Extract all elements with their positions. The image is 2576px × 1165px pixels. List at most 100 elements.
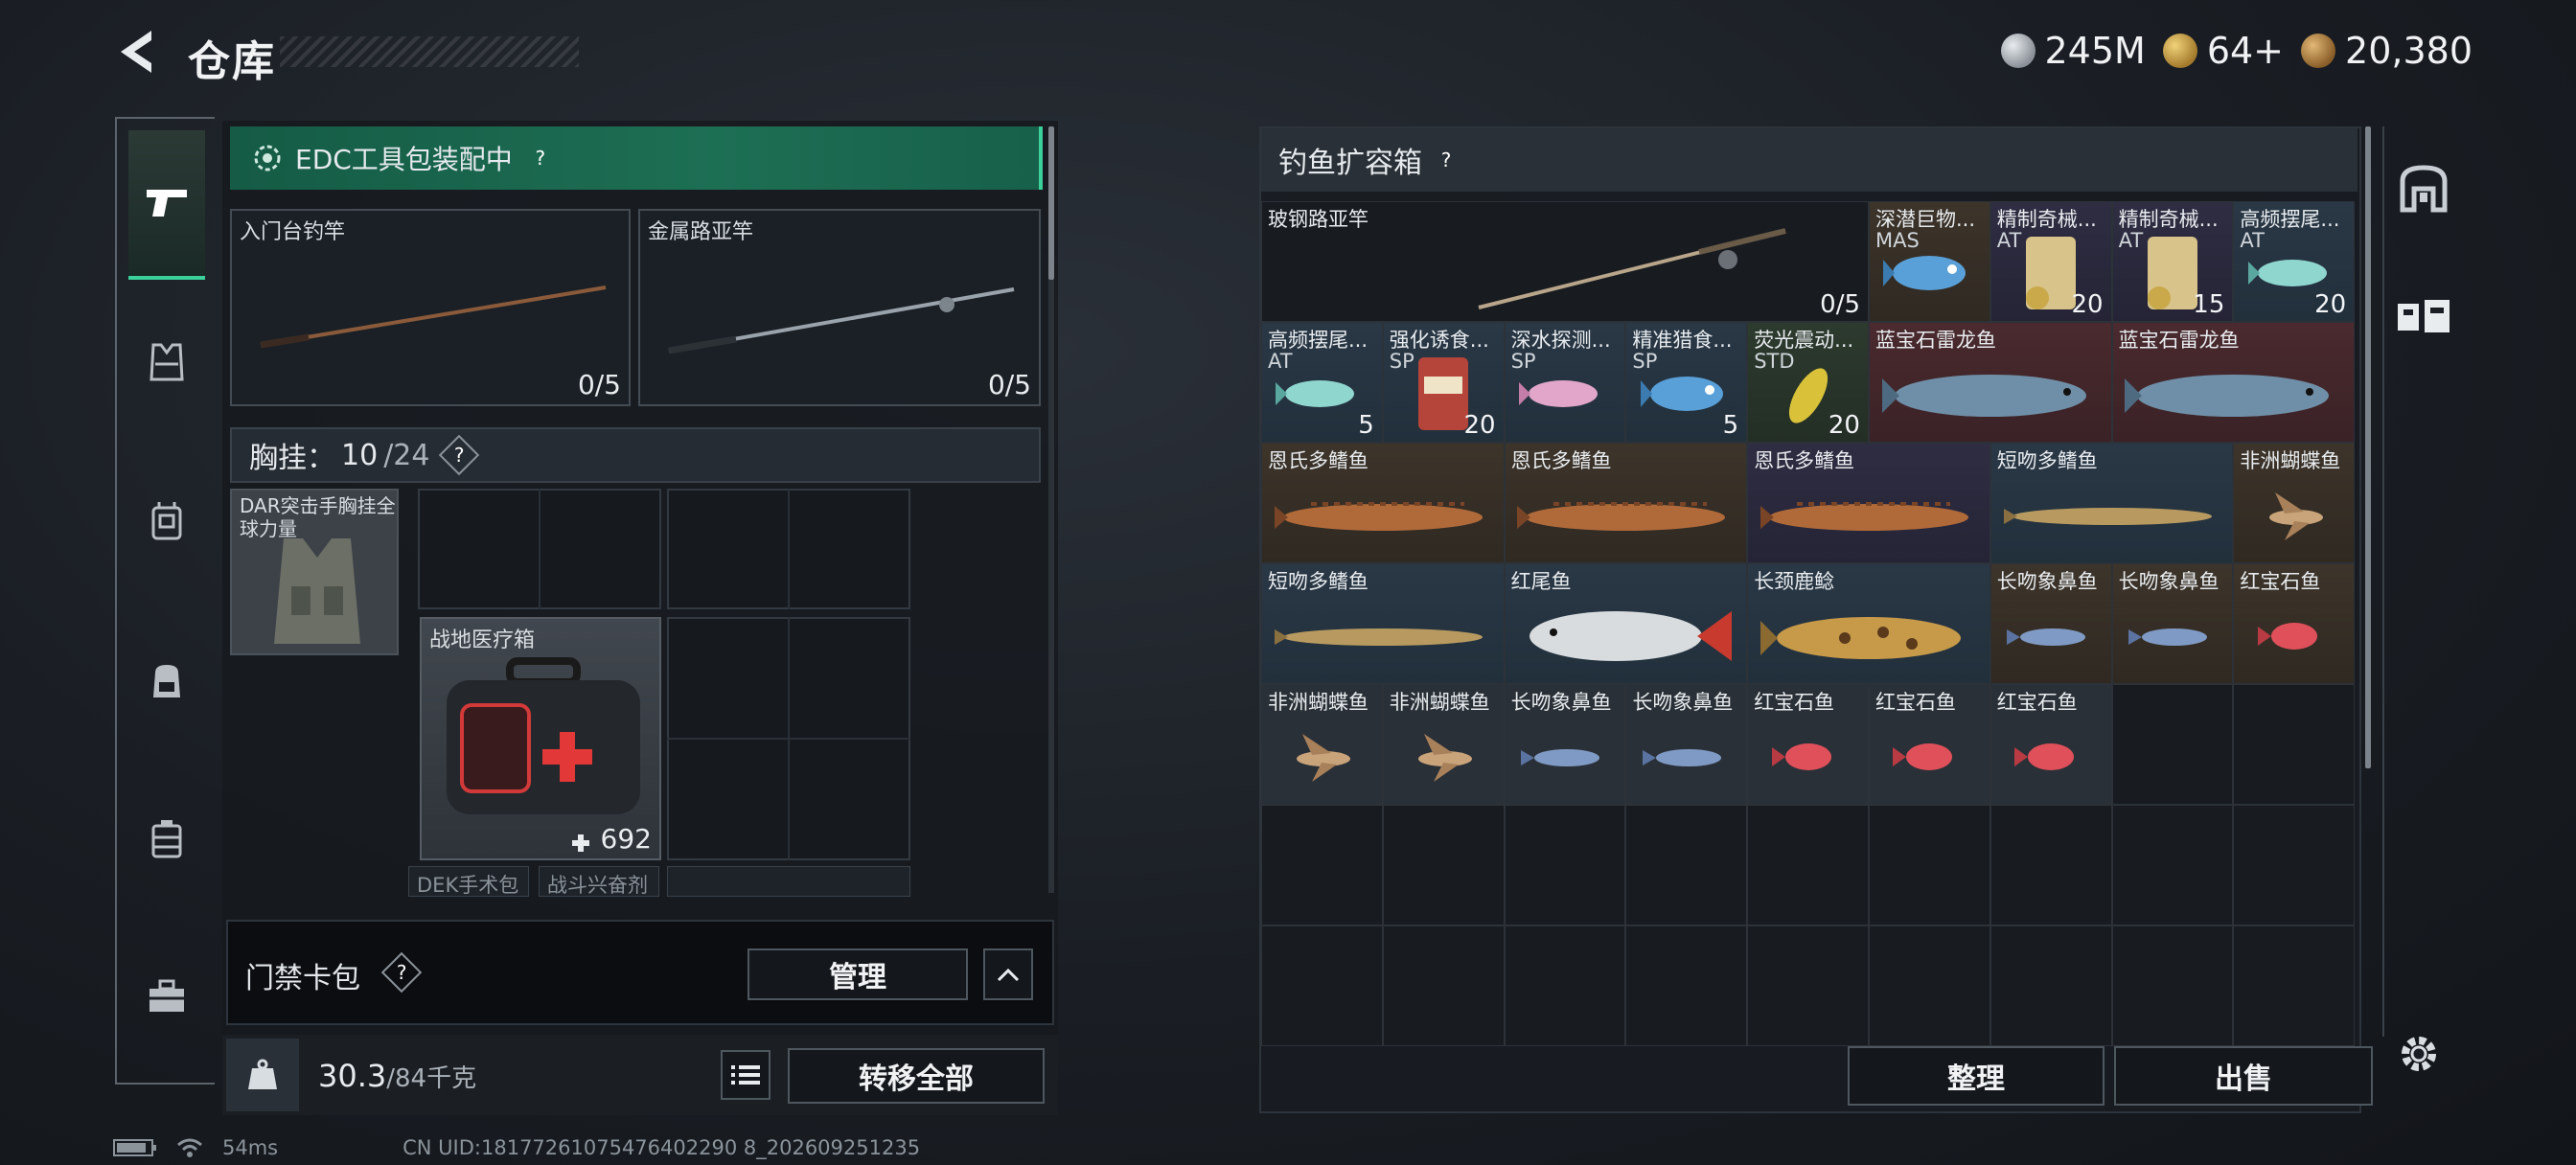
box-item[interactable]: 蓝宝石雷龙鱼 [2111, 322, 2356, 443]
help-icon[interactable]: ? [1432, 146, 1460, 174]
box-empty-slot[interactable] [1261, 925, 1383, 1046]
box-empty-slot[interactable] [2111, 684, 2234, 805]
box-item[interactable]: 红宝石鱼 [1869, 684, 1990, 805]
box-item[interactable]: 长吻象鼻鱼 [1504, 684, 1626, 805]
box-item[interactable]: 高频摆尾... AT 20 [2233, 201, 2356, 322]
currency-silver-value: 245M [2044, 30, 2146, 72]
box-empty-slot[interactable] [1990, 925, 2112, 1046]
manage-button[interactable]: 管理 [748, 948, 968, 1000]
loadout-scrollbar[interactable] [1048, 126, 1054, 280]
box-empty-slot[interactable] [1747, 925, 1869, 1046]
box-item[interactable]: 非洲蝴蝶鱼 [2233, 443, 2356, 563]
box-item[interactable]: 长吻象鼻鱼 [1625, 684, 1748, 805]
box-item[interactable]: 非洲蝴蝶鱼 [1382, 684, 1505, 805]
box-item-name: 红宝石鱼 [1875, 691, 1956, 714]
small-item-slot[interactable] [667, 866, 910, 897]
box-item[interactable]: 精准猎食... SP 5 [1625, 322, 1748, 443]
weight-readout: 30.3/84千克 [318, 1058, 476, 1094]
box-empty-slot[interactable] [1504, 805, 1626, 925]
list-view-button[interactable] [721, 1050, 770, 1100]
nav-weapons[interactable] [128, 130, 205, 280]
box-empty-slot[interactable] [2233, 684, 2356, 805]
box-item[interactable]: 精制奇械... AT 15 [2111, 201, 2234, 322]
medkit-item[interactable]: 战地医疗箱 692 [420, 617, 661, 860]
box-item-name: 短吻多鳍鱼 [1268, 570, 1368, 593]
box-empty-slot[interactable] [2111, 925, 2234, 1046]
box-item[interactable]: 玻钢路亚竿 0/5 [1261, 201, 1869, 322]
box-item[interactable]: 高频摆尾... AT 5 [1261, 322, 1383, 443]
help-icon[interactable]: ? [439, 434, 480, 476]
snakehead-icon [2113, 348, 2355, 442]
small-item-2[interactable]: 战斗兴奋剂 [539, 866, 659, 897]
sort-button[interactable]: 整理 [1848, 1046, 2104, 1106]
help-icon[interactable]: ? [526, 144, 555, 172]
box-item[interactable]: 红尾鱼 [1504, 563, 1748, 684]
box-empty-slot[interactable] [2233, 805, 2356, 925]
box-item[interactable]: 长吻象鼻鱼 [2111, 563, 2234, 684]
box-item-name: 非洲蝴蝶鱼 [1389, 691, 1490, 714]
sell-button[interactable]: 出售 [2114, 1046, 2373, 1106]
box-empty-slot[interactable] [1382, 805, 1505, 925]
box-item[interactable]: 深水探测... SP [1504, 322, 1626, 443]
vest-item[interactable]: DAR突击手胸挂全球力量 [230, 489, 399, 655]
nav-toolbox[interactable] [128, 958, 205, 1035]
currency-gold[interactable]: 64+ [2162, 30, 2285, 72]
currency-silver[interactable]: 245M [2000, 30, 2146, 72]
currency-gold-value: 64+ [2206, 30, 2285, 72]
box-item[interactable]: 恩氏多鳍鱼 [1261, 443, 1505, 563]
box-empty-slot[interactable] [1261, 805, 1383, 925]
box-empty-slot[interactable] [1747, 805, 1869, 925]
box-item[interactable]: 长颈鹿鲶 [1747, 563, 1990, 684]
box-item[interactable]: 非洲蝴蝶鱼 [1261, 684, 1383, 805]
box-item[interactable]: 红宝石鱼 [1990, 684, 2112, 805]
fishing-rod-icon [260, 286, 607, 349]
fishing-box-header: 钓鱼扩容箱 ? [1261, 128, 2358, 192]
small-item-1[interactable]: DEK手术包 [408, 866, 529, 897]
box-item[interactable]: 荧光震动... STD 20 [1747, 322, 1869, 443]
box-item[interactable]: 红宝石鱼 [2233, 563, 2356, 684]
nav-warehouse[interactable] [2392, 286, 2455, 349]
box-empty-slot[interactable] [1869, 925, 1990, 1046]
box-item[interactable]: 强化诱食... SP 20 [1382, 322, 1505, 443]
box-empty-slot[interactable] [1869, 805, 1990, 925]
box-empty-slot[interactable] [1382, 925, 1505, 1046]
box-empty-slot[interactable] [2111, 805, 2234, 925]
box-item[interactable]: 短吻多鳍鱼 [1990, 443, 2234, 563]
box-item[interactable]: 恩氏多鳍鱼 [1747, 443, 1990, 563]
kit-status-banner[interactable]: EDC工具包装配中 ? [230, 126, 1043, 190]
nav-container[interactable] [128, 801, 205, 878]
box-item[interactable]: 深潜巨物... MAS [1869, 201, 1990, 322]
nav-backpack[interactable] [128, 642, 205, 719]
box-empty-slot[interactable] [2233, 925, 2356, 1046]
box-scrollbar[interactable] [2365, 126, 2371, 768]
box-item-name: 蓝宝石雷龙鱼 [2118, 329, 2240, 352]
currency-bronze[interactable]: 20,380 [2301, 30, 2472, 72]
box-item[interactable]: 恩氏多鳍鱼 [1504, 443, 1748, 563]
nav-chest-rig[interactable] [128, 483, 205, 560]
nav-safehouse[interactable] [2392, 157, 2455, 220]
elephant-icon [1506, 710, 1625, 804]
box-item[interactable]: 精制奇械... AT 20 [1990, 201, 2112, 322]
weight-max: /84千克 [386, 1064, 477, 1093]
small-item-2-label: 战斗兴奋剂 [547, 874, 648, 897]
box-empty-slot[interactable] [1990, 805, 2112, 925]
weight-current: 30.3 [318, 1058, 387, 1094]
box-item[interactable]: 短吻多鳍鱼 [1261, 563, 1505, 684]
collapse-button[interactable] [983, 948, 1033, 1000]
box-empty-slot[interactable] [1625, 925, 1748, 1046]
rod-slot-1-label: 入门台钓竿 [240, 220, 346, 244]
wifi-icon [177, 1138, 202, 1157]
settings-button[interactable] [2392, 1027, 2446, 1081]
box-item[interactable]: 蓝宝石雷龙鱼 [1869, 322, 2112, 443]
ping-readout: 54ms [222, 1136, 279, 1159]
nav-armor[interactable] [128, 324, 205, 400]
back-arrow-icon[interactable] [113, 27, 163, 77]
box-item[interactable]: 红宝石鱼 [1747, 684, 1869, 805]
rod-slot-2[interactable]: 金属路亚竿 0/5 [638, 209, 1041, 406]
box-item[interactable]: 长吻象鼻鱼 [1990, 563, 2112, 684]
box-empty-slot[interactable] [1625, 805, 1748, 925]
box-empty-slot[interactable] [1504, 925, 1626, 1046]
transfer-all-button[interactable]: 转移全部 [788, 1048, 1045, 1104]
pistol-icon [147, 190, 187, 217]
rod-slot-1[interactable]: 入门台钓竿 0/5 [230, 209, 631, 406]
